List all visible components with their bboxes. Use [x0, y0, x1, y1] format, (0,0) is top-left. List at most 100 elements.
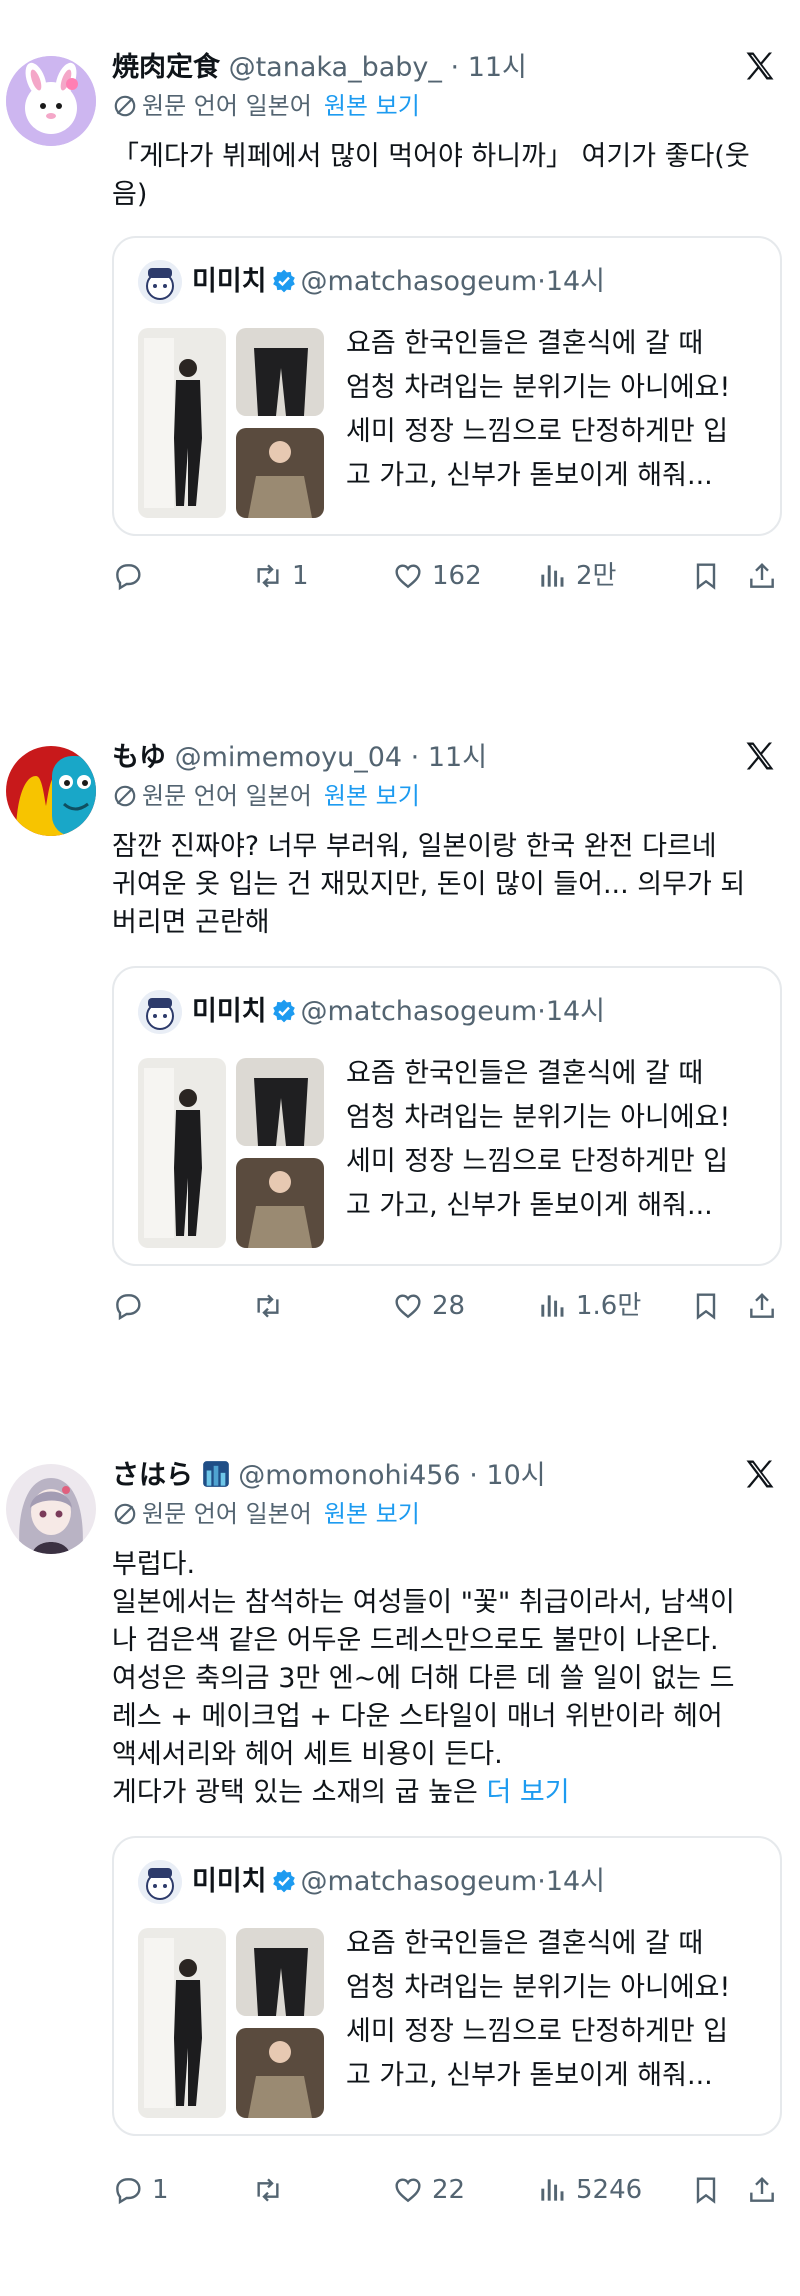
quoted-author-handle[interactable]: @matchasogeum — [301, 266, 538, 297]
views-icon — [541, 565, 564, 587]
tweet-2[interactable]: もゆ @mimemoyu_04 · 11시 원문 언어 일본어 원본 보기 잠깐 … — [0, 738, 800, 1338]
author-handle[interactable]: @mimemoyu_04 — [175, 742, 402, 773]
author-name[interactable]: 焼肉定食 — [112, 52, 220, 83]
views-icon — [541, 1295, 564, 1317]
share-button[interactable] — [746, 1286, 778, 1326]
quoted-text-line: 요즘 한국인들은 결혼식에 갈 때 — [346, 328, 704, 359]
quoted-text-line: 엄청 차려입는 분위기는 아니에요! — [346, 372, 731, 403]
like-button[interactable]: 162 — [392, 556, 482, 596]
views-count: 5246 — [576, 2175, 643, 2205]
quoted-header: 미미치 @matchasogeum·14시 — [192, 266, 606, 297]
quoted-text-line: 엄청 차려입는 분위기는 아니에요! — [346, 1972, 731, 2003]
bookmark-icon — [696, 1293, 716, 1320]
reply-icon — [116, 2178, 141, 2205]
quoted-text: 요즘 한국인들은 결혼식에 갈 때 엄청 차려입는 분위기는 아니에요! 세미 … — [346, 1052, 766, 1228]
views-count: 2만 — [576, 561, 617, 591]
views-icon — [541, 2179, 564, 2201]
views-button[interactable]: 5246 — [536, 2170, 642, 2210]
like-button[interactable]: 28 — [392, 1286, 465, 1326]
show-more-link[interactable]: 더 보기 — [486, 1777, 569, 1808]
quoted-media-image[interactable] — [138, 328, 324, 518]
quoted-text-line: 요즘 한국인들은 결혼식에 갈 때 — [346, 1058, 704, 1089]
quoted-text-line: 요즘 한국인들은 결혼식에 갈 때 — [346, 1928, 704, 1959]
quoted-tweet[interactable]: 미미치 @matchasogeum·14시 요즘 한국인들은 결혼식에 갈 때 엄… — [112, 1836, 782, 2136]
x-logo-icon — [746, 742, 774, 770]
views-button[interactable]: 1.6만 — [536, 1286, 641, 1326]
quoted-media-image[interactable] — [138, 1928, 324, 2118]
author-handle[interactable]: @tanaka_baby_ — [229, 52, 442, 83]
bookmark-button[interactable] — [690, 1286, 722, 1326]
reply-icon — [116, 564, 141, 591]
verified-badge-icon — [272, 1869, 295, 1893]
translate-label: 원문 언어 일본어 — [142, 92, 312, 120]
tweet-text-line: 여성은 축의금 3만 엔~에 더해 다른 데 쓸 일이 없는 드 — [112, 1663, 735, 1694]
translate-label: 원문 언어 일본어 — [142, 1500, 312, 1528]
retweet-icon — [257, 2178, 279, 2202]
tweet-time[interactable]: 11시 — [428, 742, 487, 773]
heart-icon — [395, 564, 421, 589]
verified-badge-icon — [272, 269, 295, 293]
tweet-header: もゆ @mimemoyu_04 · 11시 — [112, 742, 488, 773]
retweet-button[interactable] — [252, 1286, 292, 1326]
quoted-author-name[interactable]: 미미치 — [192, 1866, 267, 1897]
quoted-text-line: 세미 정장 느낌으로 단정하게만 입 — [346, 416, 729, 447]
tweet-text: 「게다가 뷔페에서 많이 먹어야 하니까」 여기가 좋다(웃 음) — [112, 138, 782, 214]
quoted-text-line: 고 가고, 신부가 돋보이게 해줘... — [346, 1190, 713, 1221]
translate-bar: 원문 언어 일본어 원본 보기 — [112, 88, 420, 124]
tweet-text-line-last: 게다가 광택 있는 소재의 굽 높은 더 보기 — [112, 1774, 782, 1812]
x-logo-icon — [746, 1460, 774, 1488]
tweet-3[interactable]: さはら @momonohi456 · 10시 원문 언어 일본어 원본 보기 부럽… — [0, 1456, 800, 2256]
share-button[interactable] — [746, 556, 778, 596]
quoted-media-image[interactable] — [138, 1058, 324, 1248]
author-name[interactable]: さはら — [112, 1460, 193, 1491]
quoted-author-name[interactable]: 미미치 — [192, 996, 267, 1027]
retweet-button[interactable]: 1 — [252, 556, 309, 596]
avatar[interactable] — [6, 56, 96, 146]
like-button[interactable]: 22 — [392, 2170, 465, 2210]
quoted-tweet[interactable]: 미미치 @matchasogeum·14시 요즘 한국인들은 결혼식에 갈 때 엄… — [112, 236, 782, 536]
retweet-button[interactable] — [252, 2170, 292, 2210]
share-button[interactable] — [746, 2170, 778, 2210]
show-original-link[interactable]: 원본 보기 — [324, 92, 420, 120]
quoted-text-line: 고 가고, 신부가 돋보이게 해줘... — [346, 2060, 713, 2091]
action-bar: 1 162 2만 — [112, 556, 782, 596]
quoted-author-handle[interactable]: @matchasogeum — [301, 1866, 538, 1897]
quoted-avatar[interactable] — [138, 990, 182, 1034]
quoted-author-handle[interactable]: @matchasogeum — [301, 996, 538, 1027]
reply-button[interactable]: 1 — [112, 2170, 169, 2210]
like-count: 22 — [432, 2175, 466, 2205]
translate-bar: 원문 언어 일본어 원본 보기 — [112, 778, 420, 814]
quoted-header: 미미치 @matchasogeum·14시 — [192, 1866, 606, 1897]
tweet-text-line: 음) — [112, 179, 148, 210]
reply-button[interactable] — [112, 556, 152, 596]
quoted-avatar[interactable] — [138, 260, 182, 304]
tweet-1[interactable]: 焼肉定食 @tanaka_baby_ · 11시 원문 언어 일본어 원본 보기 … — [0, 48, 800, 608]
quoted-author-name[interactable]: 미미치 — [192, 266, 267, 297]
share-icon — [750, 2176, 774, 2202]
tweet-text-line: 버리면 곤란해 — [112, 907, 270, 938]
quoted-time[interactable]: 14시 — [546, 266, 605, 297]
bookmark-icon — [696, 2177, 716, 2204]
views-button[interactable]: 2만 — [536, 556, 616, 596]
avatar[interactable] — [6, 1464, 96, 1554]
bookmark-button[interactable] — [690, 556, 722, 596]
retweet-icon — [257, 1294, 279, 1318]
quoted-time[interactable]: 14시 — [546, 1866, 605, 1897]
share-icon — [750, 562, 774, 588]
tweet-time[interactable]: 11시 — [468, 52, 527, 83]
author-name[interactable]: もゆ — [112, 742, 166, 773]
tweet-time[interactable]: 10시 — [486, 1460, 545, 1491]
quoted-time[interactable]: 14시 — [546, 996, 605, 1027]
avatar[interactable] — [6, 746, 96, 836]
reply-button[interactable] — [112, 1286, 152, 1326]
tweet-text: 잠깐 진짜야? 너무 부러워, 일본이랑 한국 완전 다르네 귀여운 옷 입는 … — [112, 828, 782, 942]
tweet-text-line: 부럽다. — [112, 1549, 196, 1580]
tweet-text-line: 액세서리와 헤어 세트 비용이 든다. — [112, 1739, 503, 1770]
bookmark-button[interactable] — [690, 2170, 722, 2210]
show-original-link[interactable]: 원본 보기 — [324, 1500, 420, 1528]
quoted-tweet[interactable]: 미미치 @matchasogeum·14시 요즘 한국인들은 결혼식에 갈 때 엄… — [112, 966, 782, 1266]
quoted-avatar[interactable] — [138, 1860, 182, 1904]
tweet-text-line: 귀여운 옷 입는 건 재밌지만, 돈이 많이 들어... 의무가 되 — [112, 869, 746, 900]
show-original-link[interactable]: 원본 보기 — [324, 782, 420, 810]
author-handle[interactable]: @momonohi456 — [238, 1460, 460, 1491]
